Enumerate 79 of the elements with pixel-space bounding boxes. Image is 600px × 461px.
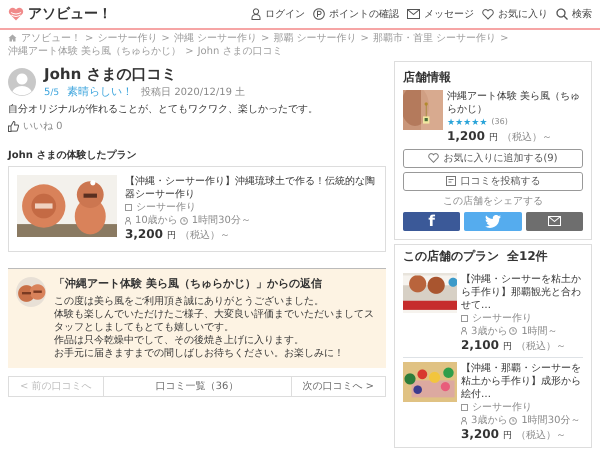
age-label: 3歳から	[461, 324, 508, 338]
breadcrumb-separator: >	[85, 33, 94, 44]
clock-icon	[509, 416, 518, 425]
shop-name[interactable]: 沖縄アート体験 美ら風（ちゅらかじ）	[447, 90, 583, 116]
currency-unit: 円	[166, 231, 176, 243]
avatar-icon	[8, 68, 36, 96]
favorite-button[interactable]: お気に入りに追加する(9)	[403, 148, 583, 168]
logo-text[interactable]: アソビュー！	[28, 4, 112, 24]
category-label: シーサー作り	[125, 201, 196, 214]
home-icon	[8, 34, 17, 42]
nav-link[interactable]: メッセージ	[407, 8, 474, 20]
tax-note: （税込）～	[502, 131, 552, 144]
pager-link[interactable]: 口コミ一覧（36）	[104, 376, 292, 398]
search-icon	[556, 8, 568, 20]
heart-logo-icon	[8, 7, 24, 21]
like-button[interactable]: いいね 0	[8, 120, 63, 134]
tax-note: （税込）～	[516, 340, 566, 353]
category-label: シーサー作り	[461, 312, 532, 325]
card-heading: この店舗のプラン	[403, 248, 499, 265]
reply-text: この度は美ら風をご利用頂き誠にありがとうございました。 体験も楽しんでいただけたご様子、大変良い評価までいただいましてスタッフとしましてもとても嬉しいです。 作品は只今乾燥中でして、その後焼き上げに入ります。 お手元に届きますまでの間しばしお待ちください。お楽しみに！	[54, 295, 375, 360]
breadcrumb-separator: >	[185, 46, 194, 56]
category-label: シーサー作り	[461, 401, 532, 414]
age-label: 3歳から	[461, 414, 508, 428]
duration-label: 1時間～	[509, 324, 558, 338]
mail-icon	[548, 216, 561, 226]
plan-title[interactable]: 【沖縄・シーサー作り】沖縄琉球土で作る！伝統的な陶器シーサー作り	[125, 175, 377, 202]
plan-count: 全12件	[507, 248, 548, 265]
plan-title[interactable]: 【沖縄・シーサーを粘土から手作り】那覇観光と合わせて…	[461, 272, 583, 312]
nav-link[interactable]: 検索	[556, 8, 592, 20]
price: 3,200	[461, 427, 499, 443]
nav-link[interactable]: お気に入り	[482, 8, 548, 20]
price: 2,100	[461, 338, 499, 354]
clock-icon	[180, 216, 188, 225]
age-label: 10歳から	[125, 214, 178, 228]
currency-unit: 円	[502, 342, 512, 354]
nav-link[interactable]: ログイン	[251, 8, 305, 20]
person-icon	[461, 327, 467, 336]
currency-unit: 円	[502, 431, 512, 443]
heart-icon	[482, 8, 494, 20]
post-date: 投稿日 2020/12/19 土	[141, 86, 246, 98]
mail-icon	[407, 9, 420, 19]
star-rating: ★★★★★	[447, 116, 488, 130]
currency-unit: 円	[488, 133, 498, 145]
pager-link[interactable]: 次の口コミへ >	[292, 376, 386, 398]
tax-note: （税込）～	[180, 229, 230, 242]
tax-note: （税込）～	[516, 429, 566, 442]
card-heading: 店舗情報	[403, 70, 452, 86]
review-count: (36)	[491, 117, 508, 128]
duration-label: 1時間30分～	[509, 414, 580, 428]
thumbs-up-icon	[8, 121, 19, 132]
facebook-share-button[interactable]: f	[403, 212, 460, 231]
breadcrumb-separator: >	[161, 33, 170, 44]
price: 3,200	[125, 227, 163, 243]
clock-icon	[509, 327, 518, 336]
nav-link[interactable]: ポイントの確認	[313, 8, 399, 20]
review-title: John さまの口コミ	[44, 65, 178, 84]
breadcrumb-separator: >	[260, 33, 270, 44]
review-icon	[446, 176, 456, 187]
rating-verdict: 素晴らしい！	[67, 84, 134, 99]
breadcrumb-separator: >	[500, 33, 509, 44]
post-review-button[interactable]: 口コミを投稿する	[403, 172, 583, 191]
bird-icon	[484, 214, 501, 228]
reply-title: 「沖縄アート体験 美ら風（ちゅらかじ）」からの返信	[54, 276, 323, 292]
person-icon	[251, 8, 261, 20]
share-label: この店舗をシェアする	[442, 194, 544, 208]
review-comment: 自分オリジナルが作れることが、とてもワクワク、楽しかったです。	[8, 103, 319, 116]
breadcrumb-current: John さまの口コミ	[198, 46, 282, 56]
breadcrumb-separator: >	[360, 33, 369, 44]
plan-title[interactable]: 【沖縄・那覇・シーサーを粘土から手作り】成形から絵付…	[461, 362, 583, 402]
heart-icon	[428, 153, 440, 164]
mail-share-button[interactable]	[526, 212, 583, 231]
points-icon	[313, 8, 325, 20]
price: 1,200	[447, 129, 485, 145]
section-heading: John さまの体験したプラン	[8, 149, 138, 162]
person-icon	[461, 416, 467, 425]
rating-score: 5/5	[44, 86, 60, 100]
duration-label: 1時間30分～	[180, 214, 251, 228]
plan-card[interactable]: 【沖縄・シーサー作り】沖縄琉球土で作る！伝統的な陶器シーサー作り シーサー作り 10歳から 1時間30分～ 3,200 円 （税込）～	[8, 166, 386, 252]
person-icon	[125, 216, 131, 225]
